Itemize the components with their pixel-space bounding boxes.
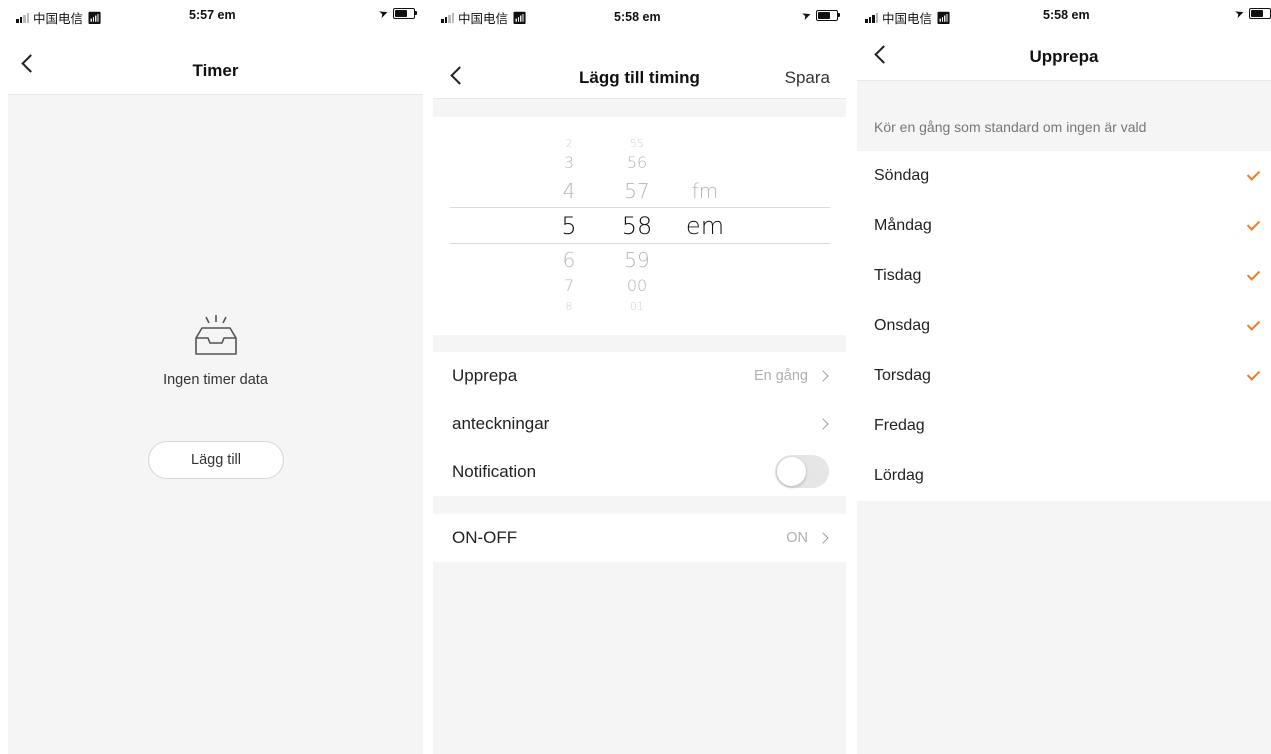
- carrier-name: 中国电信: [33, 12, 84, 26]
- weekday-label: Tisdag: [874, 267, 922, 284]
- status-bar: 中国电信 📶︎ 5:58 em ➤: [433, 0, 846, 28]
- notification-row: Notification: [433, 448, 846, 496]
- notification-toggle[interactable]: [775, 455, 829, 488]
- onoff-value: ON: [786, 530, 808, 546]
- checkmark-icon: [1246, 367, 1261, 381]
- hour-option[interactable]: 7: [554, 278, 584, 294]
- picker-divider-bottom: [450, 243, 830, 244]
- page-title: Upprepa: [1029, 47, 1099, 66]
- chevron-right-icon: [817, 418, 829, 430]
- ampm-selected[interactable]: em: [683, 214, 727, 238]
- notes-label: anteckningar: [452, 414, 550, 433]
- status-right: ➤: [377, 6, 417, 22]
- checkmark-icon: [1246, 217, 1261, 231]
- carrier: 中国电信 📶︎: [441, 8, 527, 27]
- weekday-label: Måndag: [874, 217, 932, 234]
- repeat-value: En gång: [753, 368, 808, 384]
- minute-option[interactable]: 56: [617, 155, 657, 171]
- wifi-icon: 📶︎: [936, 10, 952, 25]
- weekday-label: Onsdag: [874, 317, 931, 334]
- minute-option[interactable]: 57: [617, 181, 657, 201]
- onoff-label: ON-OFF: [452, 528, 518, 547]
- repeat-label: Upprepa: [452, 366, 518, 385]
- save-button[interactable]: Spara: [785, 68, 830, 88]
- minute-option[interactable]: 55: [617, 138, 657, 149]
- repeat-hint: Kör en gång som standard om ingen är val…: [874, 119, 1147, 135]
- wifi-icon: 📶︎: [512, 10, 528, 25]
- signal-icon: [441, 12, 454, 23]
- carrier-name: 中国电信: [458, 12, 509, 26]
- carrier: 中国电信 📶︎: [16, 8, 102, 27]
- toggle-knob: [777, 457, 806, 486]
- onoff-row[interactable]: ON-OFF ON: [433, 514, 846, 562]
- weekday-label: Torsdag: [874, 367, 931, 384]
- repeat-screen: 中国电信 📶︎ 5:58 em ➤ Upprepa Kör en gång so…: [857, 0, 1271, 754]
- weekday-row[interactable]: Söndag: [857, 151, 1271, 201]
- hour-selected[interactable]: 5: [552, 214, 586, 238]
- signal-icon: [865, 12, 878, 23]
- time-picker[interactable]: 2 3 4 5 6 7 8 55 56 57 58 59 00 01 fm em: [433, 117, 846, 335]
- timer-screen: 中国电信 📶︎ 5:57 em ➤ Timer Ingen timer data…: [8, 0, 423, 754]
- weekday-row[interactable]: Lördag: [857, 451, 1271, 501]
- weekday-list: Söndag Måndag Tisdag Onsdag Torsdag Fredag Lör…: [857, 151, 1271, 501]
- battery-icon: [393, 8, 417, 19]
- repeat-row[interactable]: Upprepa En gång: [433, 352, 846, 400]
- location-icon: ➤: [800, 8, 813, 24]
- signal-icon: [16, 12, 29, 23]
- hour-option[interactable]: 3: [554, 155, 584, 171]
- minute-option[interactable]: 01: [617, 301, 657, 312]
- status-bar: 中国电信 📶︎ 5:58 em ➤: [857, 0, 1271, 28]
- nav-bar: Lägg till timing Spara: [433, 28, 846, 99]
- weekday-row[interactable]: Torsdag: [857, 351, 1271, 401]
- battery-icon: [816, 10, 840, 21]
- hour-option[interactable]: 8: [554, 301, 584, 312]
- location-icon: ➤: [377, 6, 390, 22]
- nav-bar: Timer: [8, 28, 423, 95]
- weekday-label: Fredag: [874, 417, 925, 434]
- hour-option[interactable]: 4: [554, 181, 584, 201]
- minute-option[interactable]: 59: [617, 250, 657, 270]
- weekday-label: Söndag: [874, 167, 930, 184]
- weekday-row[interactable]: Onsdag: [857, 301, 1271, 351]
- carrier-name: 中国电信: [882, 12, 933, 26]
- status-right: ➤: [800, 8, 840, 24]
- status-time: 5:57 em: [189, 8, 236, 22]
- wifi-icon: 📶︎: [87, 10, 103, 25]
- checkmark-icon: [1246, 167, 1261, 181]
- battery-icon: [1249, 8, 1271, 19]
- weekday-label: Lördag: [874, 467, 924, 484]
- chevron-right-icon: [817, 532, 829, 544]
- checkmark-icon: [1246, 267, 1261, 281]
- weekday-row[interactable]: Tisdag: [857, 251, 1271, 301]
- status-bar: 中国电信 📶︎ 5:57 em ➤: [8, 0, 423, 28]
- add-timer-button[interactable]: Lägg till: [148, 441, 284, 479]
- hour-option[interactable]: 6: [554, 250, 584, 270]
- carrier: 中国电信 📶︎: [865, 8, 951, 27]
- minute-option[interactable]: 00: [617, 278, 657, 294]
- checkmark-icon: [1246, 317, 1261, 331]
- status-right: ➤: [1233, 6, 1271, 22]
- status-time: 5:58 em: [614, 10, 661, 24]
- location-icon: ➤: [1233, 6, 1246, 22]
- empty-state-text: Ingen timer data: [163, 372, 268, 388]
- page-title: Timer: [192, 61, 239, 80]
- picker-divider-top: [450, 207, 830, 208]
- ampm-option[interactable]: fm: [683, 181, 727, 201]
- chevron-right-icon: [817, 370, 829, 382]
- hour-option[interactable]: 2: [554, 138, 584, 149]
- weekday-row[interactable]: Fredag: [857, 401, 1271, 451]
- weekday-row[interactable]: Måndag: [857, 201, 1271, 251]
- notes-row[interactable]: anteckningar: [433, 400, 846, 448]
- minute-selected[interactable]: 58: [613, 214, 661, 238]
- empty-inbox-icon: [195, 315, 237, 355]
- notification-label: Notification: [452, 462, 537, 481]
- nav-bar: Upprepa: [857, 28, 1271, 81]
- status-time: 5:58 em: [1043, 8, 1090, 22]
- add-timing-screen: 中国电信 📶︎ 5:58 em ➤ Lägg till timing Spara…: [433, 0, 846, 754]
